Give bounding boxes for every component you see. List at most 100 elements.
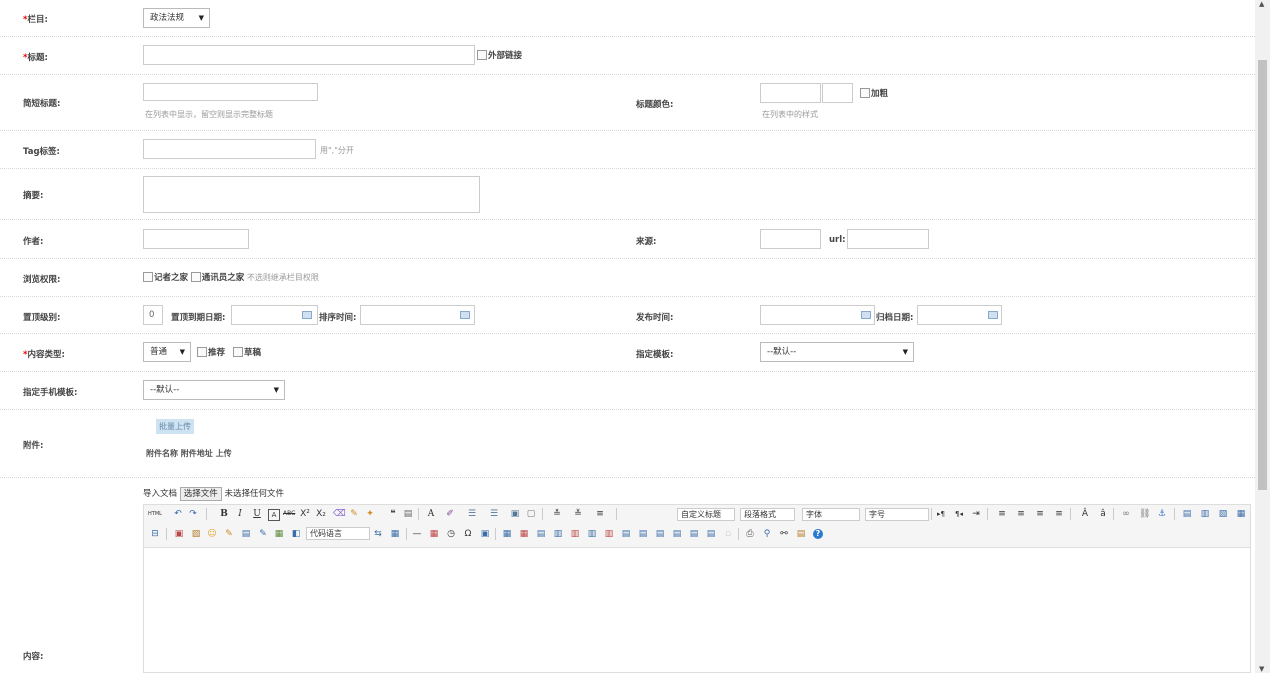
title-color-picker[interactable] (822, 83, 853, 103)
permission-correspondent-checkbox[interactable]: 通讯员之家 (190, 272, 244, 283)
highlight-icon[interactable]: ✐ (445, 509, 455, 519)
delete-row-icon[interactable]: ▥ (570, 529, 580, 539)
merge-right-icon[interactable]: ▤ (638, 529, 648, 539)
preview-icon[interactable]: ⚲ (762, 529, 772, 539)
help-icon[interactable]: ? (813, 529, 823, 539)
calendar-icon[interactable] (861, 311, 871, 319)
to-uppercase-icon[interactable]: Â (1080, 509, 1090, 519)
undo-icon[interactable]: ↶ (173, 509, 183, 519)
video-icon[interactable]: ▤ (241, 529, 251, 539)
insert-table-icon[interactable]: ▦ (502, 529, 512, 539)
search-replace-icon[interactable]: ⚯ (779, 529, 789, 539)
scroll-down-arrow[interactable]: ▼ (1259, 665, 1264, 673)
italic-icon[interactable]: I (235, 509, 245, 519)
custom-title-select[interactable]: 自定义标题 (677, 508, 735, 521)
paste-text-icon[interactable]: ▤ (403, 509, 413, 519)
snapscreen-icon[interactable]: ▣ (480, 529, 490, 539)
print-icon[interactable]: ⎙ (745, 529, 755, 539)
map-icon[interactable]: ▦ (274, 529, 284, 539)
permission-reporter-checkbox[interactable]: 记者之家 (143, 272, 188, 283)
split-cells-icon[interactable]: ▤ (672, 529, 682, 539)
template-icon[interactable]: ⇆ (373, 529, 383, 539)
simple-upload-icon[interactable]: ▣ (174, 529, 184, 539)
underline-icon[interactable]: U (252, 509, 262, 519)
source-input[interactable] (760, 229, 821, 249)
to-lowercase-icon[interactable]: â (1098, 509, 1108, 519)
summary-textarea[interactable] (143, 176, 480, 213)
image-left-icon[interactable]: ▥ (1200, 509, 1210, 519)
align-left-icon[interactable]: ≡ (997, 509, 1007, 519)
draft-checkbox[interactable]: 草稿 (233, 346, 261, 358)
line-height-icon[interactable]: ≡ (595, 509, 605, 519)
calendar-icon[interactable] (302, 311, 312, 319)
publish-input[interactable] (760, 305, 875, 325)
template-select[interactable]: --默认-- ▼ (760, 342, 914, 362)
pin-level-input[interactable]: 0 (143, 305, 163, 325)
merge-cells-icon[interactable]: ▤ (621, 529, 631, 539)
align-right-icon[interactable]: ≡ (1035, 509, 1045, 519)
sort-time-input[interactable] (360, 305, 475, 325)
horizontal-rule-icon[interactable]: — (412, 529, 422, 539)
recommend-checkbox[interactable]: 推荐 (197, 346, 225, 358)
scrawl-icon[interactable]: ✎ (224, 529, 234, 539)
url-input[interactable] (847, 229, 929, 249)
page-scrollbar[interactable]: ▲ ▼ (1255, 0, 1270, 673)
special-chars-icon[interactable]: Ω (463, 529, 473, 539)
tag-input[interactable] (143, 139, 316, 159)
choose-file-button[interactable]: 选择文件 (179, 487, 222, 501)
subscript-icon[interactable]: X₂ (316, 509, 326, 519)
redo-icon[interactable]: ↷ (188, 509, 198, 519)
attachment-icon[interactable]: ✎ (258, 529, 268, 539)
scrollbar-thumb[interactable] (1258, 60, 1267, 490)
bold-icon[interactable]: B (219, 509, 229, 519)
align-justify-icon[interactable]: ≡ (1054, 509, 1064, 519)
page-break-icon[interactable]: ⊟ (150, 529, 160, 539)
column-select[interactable]: 政法法规 ▼ (143, 8, 210, 28)
insert-col-icon[interactable]: ▥ (587, 529, 597, 539)
unordered-list-icon[interactable]: ☰ (489, 509, 499, 519)
paragraph-select[interactable]: 段落格式 (740, 508, 795, 521)
split-rows-icon[interactable]: ▤ (689, 529, 699, 539)
font-border-icon[interactable]: A (268, 509, 280, 521)
row-spacing-bottom-icon[interactable]: ≚ (573, 509, 583, 519)
html-source-icon[interactable]: HTML (148, 509, 162, 519)
select-all-icon[interactable]: ▣ (510, 509, 520, 519)
mobile-template-select[interactable]: --默认-- ▼ (143, 380, 285, 400)
emoticon-icon[interactable]: ☺ (207, 529, 217, 539)
font-color-icon[interactable]: A (426, 509, 436, 519)
short-title-input[interactable] (143, 83, 318, 101)
image-none-icon[interactable]: ▤ (1182, 509, 1192, 519)
editor-content-area[interactable] (143, 548, 1251, 673)
calendar-icon[interactable] (460, 311, 470, 319)
font-size-select[interactable]: 字号 (865, 508, 929, 521)
calendar-icon[interactable] (988, 311, 998, 319)
insert-paragraph-before-table-icon[interactable]: ▤ (536, 529, 546, 539)
superscript-icon[interactable]: X² (300, 509, 310, 519)
chart-icon[interactable]: ▫ (723, 529, 733, 539)
clear-doc-icon[interactable]: ▢ (526, 509, 536, 519)
insert-row-icon[interactable]: ▥ (553, 529, 563, 539)
code-language-select[interactable]: 代码语言 (306, 527, 370, 540)
auto-format-icon[interactable]: ✦ (365, 509, 375, 519)
batch-upload-button[interactable]: 批量上传 (156, 419, 194, 434)
image-right-icon[interactable]: ▧ (1218, 509, 1228, 519)
delete-table-icon[interactable]: ▦ (519, 529, 529, 539)
ltr-icon[interactable]: ▸¶ (936, 509, 946, 519)
rtl-icon[interactable]: ¶◂ (954, 509, 964, 519)
unlink-icon[interactable]: ⛓ (1139, 509, 1150, 519)
insert-frame-icon[interactable]: ◧ (291, 529, 301, 539)
date-icon[interactable]: ▦ (429, 529, 439, 539)
split-cols-icon[interactable]: ▤ (706, 529, 716, 539)
row-spacing-top-icon[interactable]: ≛ (552, 509, 562, 519)
align-center-icon[interactable]: ≡ (1016, 509, 1026, 519)
title-input[interactable] (143, 45, 475, 65)
image-center-icon[interactable]: ▦ (1236, 509, 1246, 519)
background-icon[interactable]: ▦ (390, 529, 400, 539)
font-select[interactable]: 字体 (802, 508, 860, 521)
time-icon[interactable]: ◷ (446, 529, 456, 539)
scroll-up-arrow[interactable]: ▲ (1259, 0, 1264, 8)
multi-image-icon[interactable]: ▨ (191, 529, 201, 539)
bold-checkbox[interactable]: 加粗 (860, 87, 888, 99)
content-type-select[interactable]: 普通 ▼ (143, 342, 191, 362)
eraser-icon[interactable]: ⌫ (333, 509, 346, 519)
